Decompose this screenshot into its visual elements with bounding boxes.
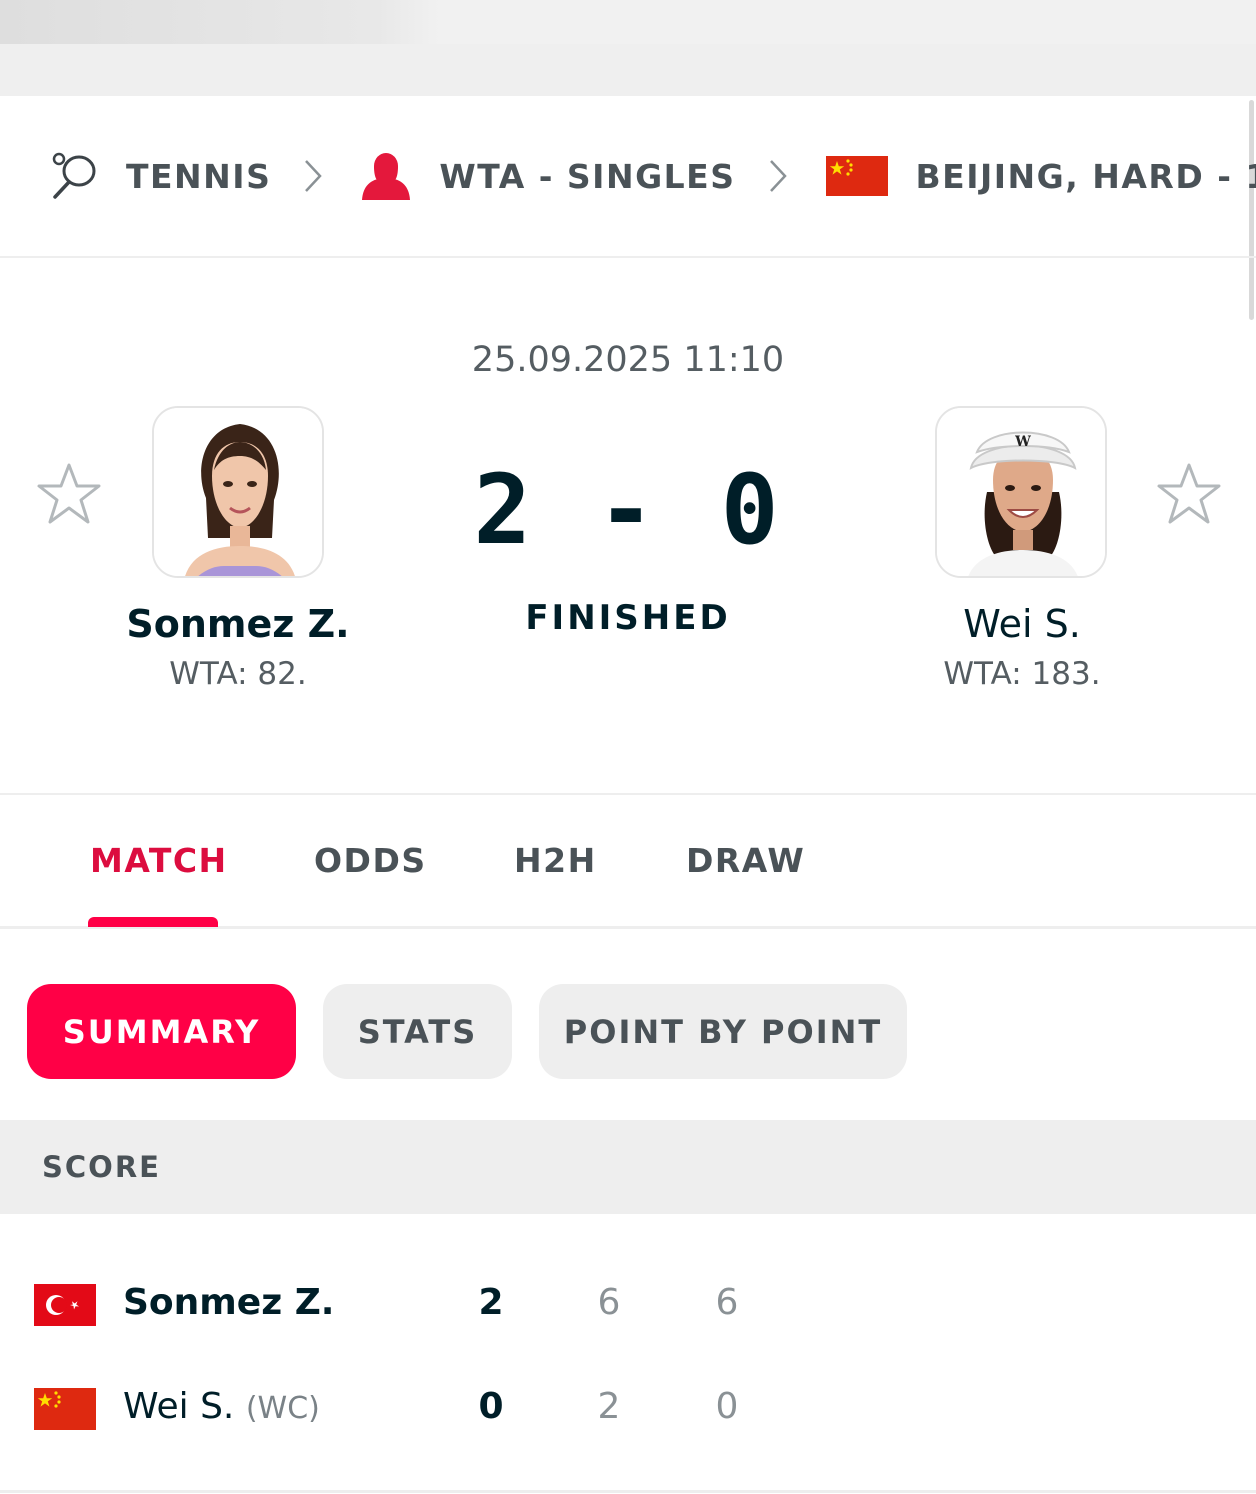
score-row-total: 2	[478, 1282, 504, 1323]
sub-tabs: SUMMARY STATS POINT BY POINT	[0, 984, 1256, 1080]
breadcrumb-category[interactable]: WTA - SINGLES	[361, 152, 735, 200]
subtab-summary[interactable]: SUMMARY	[27, 984, 296, 1079]
score-row-away[interactable]: Wei S. (WC) 0 2 0	[0, 1368, 1256, 1448]
score-row-set1: 2	[597, 1386, 621, 1427]
china-flag-icon	[34, 1388, 96, 1430]
chevron-right-icon	[768, 158, 788, 194]
tab-h2h[interactable]: H2H	[514, 841, 597, 880]
away-player-avatar[interactable]: W	[935, 406, 1107, 578]
active-tab-indicator	[88, 917, 218, 927]
breadcrumb-sport-label: TENNIS	[126, 156, 272, 196]
away-player-name[interactable]: Wei S.	[842, 602, 1202, 646]
match-tabs: MATCH ODDS H2H DRAW	[0, 797, 1256, 929]
chevron-right-icon	[303, 158, 323, 194]
breadcrumb: TENNIS WTA - SINGLES BEIJING, HARD -	[0, 96, 1256, 258]
score-row-home[interactable]: Sonmez Z. 2 6 6	[0, 1264, 1256, 1344]
tab-odds[interactable]: ODDS	[314, 841, 427, 880]
score-row-set2: 0	[715, 1386, 739, 1427]
breadcrumb-sport[interactable]: TENNIS	[50, 151, 271, 201]
match-header: 25.09.2025 11:10 Sonmez Z. WTA: 82. 2 - …	[0, 258, 1256, 795]
top-strip	[0, 0, 1256, 44]
away-player-rank: WTA: 183.	[943, 656, 1101, 692]
section-divider	[0, 1490, 1256, 1493]
favorite-away-star-icon[interactable]	[1157, 462, 1221, 526]
tab-draw[interactable]: DRAW	[686, 841, 805, 880]
breadcrumb-category-label: WTA - SINGLES	[439, 156, 736, 196]
browser-top-area	[0, 0, 1256, 96]
female-player-icon	[361, 152, 411, 200]
score-row-set2: 6	[715, 1282, 739, 1323]
china-flag-icon	[825, 156, 888, 196]
match-datetime: 25.09.2025 11:10	[471, 340, 785, 380]
score-section-header: SCORE	[0, 1120, 1256, 1214]
subtab-point-by-point[interactable]: POINT BY POINT	[539, 984, 907, 1079]
breadcrumb-tournament-label: BEIJING, HARD - 1/6	[915, 156, 1256, 196]
turkey-flag-icon	[34, 1284, 96, 1326]
breadcrumb-tournament[interactable]: BEIJING, HARD - 1/6	[825, 156, 1256, 196]
wildcard-tag: (WC)	[245, 1391, 320, 1426]
score-row-set1: 6	[597, 1282, 621, 1323]
tennis-racket-icon	[50, 151, 98, 201]
home-player-rank: WTA: 82.	[169, 656, 307, 692]
score-row-player-name-wrap: Wei S. (WC)	[123, 1386, 320, 1427]
tab-match[interactable]: MATCH	[90, 841, 228, 880]
score-row-player-name: Sonmez Z.	[123, 1282, 335, 1323]
subtab-stats[interactable]: STATS	[323, 984, 512, 1079]
score-row-total: 0	[478, 1386, 504, 1427]
svg-text:W: W	[1014, 434, 1031, 450]
score-row-player-name: Wei S.	[123, 1386, 235, 1427]
